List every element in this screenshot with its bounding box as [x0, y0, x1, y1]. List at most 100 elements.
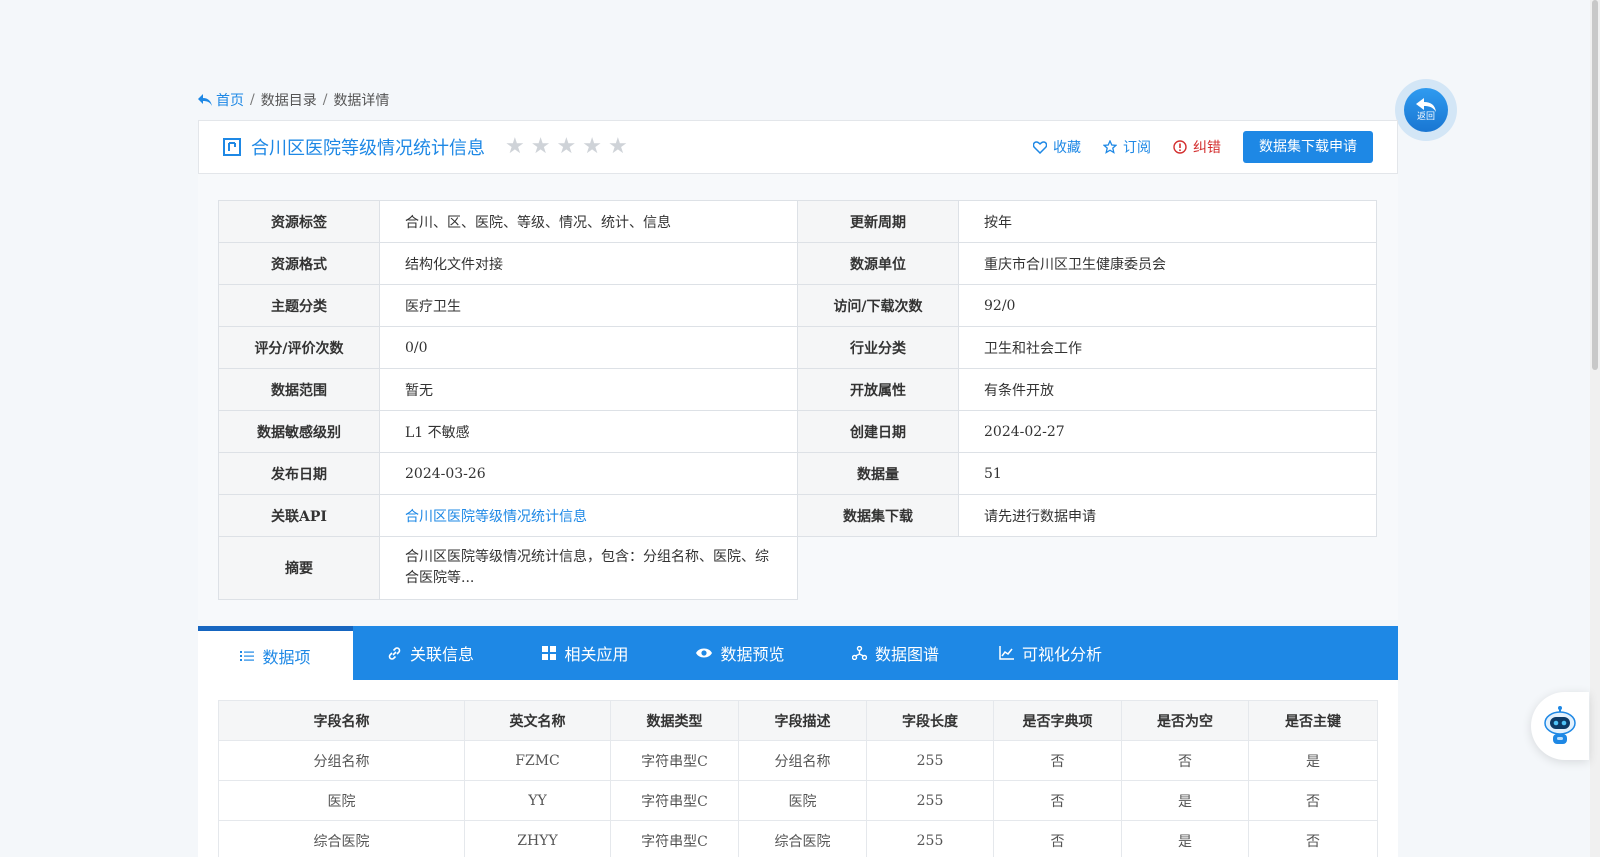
tab-label: 关联信息 [409, 645, 474, 664]
column-header: 字段长度 [866, 700, 994, 741]
column-header: 数据类型 [610, 700, 739, 741]
star-icon[interactable]: ★ [608, 136, 628, 158]
info-value: 暂无 [379, 368, 798, 411]
table-cell: 否 [1248, 820, 1378, 857]
table-cell: 是 [1121, 820, 1249, 857]
tab-data-preview[interactable]: 数据预览 [663, 626, 818, 680]
info-value: 按年 [958, 200, 1377, 243]
info-value: 92/0 [958, 284, 1377, 327]
info-label: 访问/下载次数 [797, 284, 959, 327]
star-outline-icon [1103, 140, 1117, 154]
tab-related-apps[interactable]: 相关应用 [508, 626, 663, 680]
related-api-link[interactable]: 合川区医院等级情况统计信息 [405, 509, 587, 525]
star-icon[interactable]: ★ [582, 136, 602, 158]
table-cell: 医院 [218, 780, 465, 821]
info-row: 数据敏感级别 L1 不敏感 创建日期 2024-02-27 [218, 410, 1377, 453]
tab-label: 可视化分析 [1021, 645, 1102, 664]
rating-stars[interactable]: ★ ★ ★ ★ ★ [505, 136, 628, 158]
info-value: L1 不敏感 [379, 410, 798, 453]
info-label: 发布日期 [218, 452, 380, 495]
page-title: 合川区医院等级情况统计信息 [251, 138, 485, 159]
info-label: 行业分类 [797, 326, 959, 369]
info-row: 关联API 合川区医院等级情况统计信息 数据集下载 请先进行数据申请 [218, 494, 1377, 537]
fields-panel: 字段名称 英文名称 数据类型 字段描述 字段长度 是否字典项 是否为空 是否主键… [198, 680, 1398, 857]
info-row: 资源标签 合川、区、医院、等级、情况、统计、信息 更新周期 按年 [218, 200, 1377, 243]
info-value: 合川、区、医院、等级、情况、统计、信息 [379, 200, 798, 243]
table-cell: 字符串型C [610, 820, 739, 857]
network-icon [851, 646, 867, 660]
info-value: 重庆市合川区卫生健康委员会 [958, 242, 1377, 285]
tab-label: 数据预览 [720, 645, 785, 664]
tab-data-graph[interactable]: 数据图谱 [818, 626, 973, 680]
scrollbar-thumb[interactable] [1592, 0, 1598, 370]
column-header: 字段名称 [218, 700, 465, 741]
breadcrumb-home-label: 首页 [216, 93, 244, 109]
column-header: 是否为空 [1121, 700, 1249, 741]
info-label: 数据范围 [218, 368, 380, 411]
tab-visual-analysis[interactable]: 可视化分析 [973, 626, 1128, 680]
apply-download-button[interactable]: 数据集下载申请 [1243, 131, 1373, 163]
info-label: 资源格式 [218, 242, 380, 285]
report-error-button[interactable]: 纠错 [1173, 137, 1221, 157]
breadcrumb-home[interactable]: 首页 [198, 90, 244, 110]
breadcrumb-separator: / [322, 92, 328, 108]
heart-icon [1033, 140, 1047, 154]
info-value: 51 [958, 452, 1377, 495]
report-label: 纠错 [1193, 140, 1221, 156]
breadcrumb-separator: / [250, 92, 255, 108]
empty-cell [798, 537, 1377, 600]
info-value: 医疗卫生 [379, 284, 798, 327]
robot-icon [1544, 706, 1576, 744]
table-cell: 否 [993, 780, 1122, 821]
table-cell: 字符串型C [610, 740, 739, 781]
table-cell: 255 [866, 740, 994, 781]
abstract-value: 合川区医院等级情况统计信息，包含：分组名称、医院、综合医院等... [379, 536, 798, 600]
reply-icon [198, 94, 212, 106]
page-scrollbar[interactable] [1590, 0, 1600, 857]
info-row: 主题分类 医疗卫生 访问/下载次数 92/0 [218, 284, 1377, 327]
info-row: 评分/评价次数 0/0 行业分类 卫生和社会工作 [218, 326, 1377, 369]
info-value: 有条件开放 [958, 368, 1377, 411]
star-icon[interactable]: ★ [556, 136, 576, 158]
back-button-label: 返回 [1416, 112, 1435, 122]
grid-icon [542, 646, 557, 660]
subscribe-button[interactable]: 订阅 [1103, 137, 1151, 157]
table-cell: 综合医院 [738, 820, 867, 857]
breadcrumb-catalog[interactable]: 数据目录 [261, 90, 317, 110]
eye-icon [696, 648, 713, 658]
fields-table: 字段名称 英文名称 数据类型 字段描述 字段长度 是否字典项 是否为空 是否主键… [218, 700, 1378, 857]
info-panel: 资源标签 合川、区、医院、等级、情况、统计、信息 更新周期 按年 资源格式 结构… [198, 174, 1398, 620]
star-icon[interactable]: ★ [531, 136, 551, 158]
column-header: 字段描述 [738, 700, 867, 741]
favorite-button[interactable]: 收藏 [1033, 137, 1081, 157]
table-cell: 综合医院 [218, 820, 465, 857]
table-cell: 分组名称 [218, 740, 465, 781]
table-cell: FZMC [464, 740, 611, 781]
tab-label: 数据项 [262, 647, 311, 667]
subscribe-label: 订阅 [1123, 140, 1151, 156]
tab-label: 相关应用 [564, 645, 629, 664]
favorite-label: 收藏 [1053, 140, 1081, 156]
tab-related-info[interactable]: 关联信息 [353, 626, 508, 680]
table-cell: 是 [1248, 740, 1378, 781]
info-value: 0/0 [379, 326, 798, 369]
dataset-title-bar: 合川区医院等级情况统计信息 ★ ★ ★ ★ ★ 收藏 订阅 纠错 数据集下载申请 [198, 120, 1398, 174]
table-cell: 医院 [738, 780, 867, 821]
fields-header-row: 字段名称 英文名称 数据类型 字段描述 字段长度 是否字典项 是否为空 是否主键 [218, 700, 1378, 741]
info-row: 摘要 合川区医院等级情况统计信息，包含：分组名称、医院、综合医院等... [218, 536, 1377, 600]
star-icon[interactable]: ★ [505, 136, 525, 158]
info-label: 主题分类 [218, 284, 380, 327]
assistant-robot-button[interactable] [1531, 692, 1589, 760]
list-icon [240, 650, 255, 661]
info-row: 资源格式 结构化文件对接 数源单位 重庆市合川区卫生健康委员会 [218, 242, 1377, 285]
tab-data-items[interactable]: 数据项 [198, 626, 353, 680]
info-label: 评分/评价次数 [218, 326, 380, 369]
info-value: 卫生和社会工作 [958, 326, 1377, 369]
info-label: 开放属性 [797, 368, 959, 411]
column-header: 是否字典项 [993, 700, 1122, 741]
info-value: 结构化文件对接 [379, 242, 798, 285]
back-button[interactable]: 返回 [1395, 79, 1457, 141]
info-label: 数据集下载 [797, 494, 959, 537]
dataset-icon [223, 138, 241, 156]
table-cell: 否 [993, 820, 1122, 857]
